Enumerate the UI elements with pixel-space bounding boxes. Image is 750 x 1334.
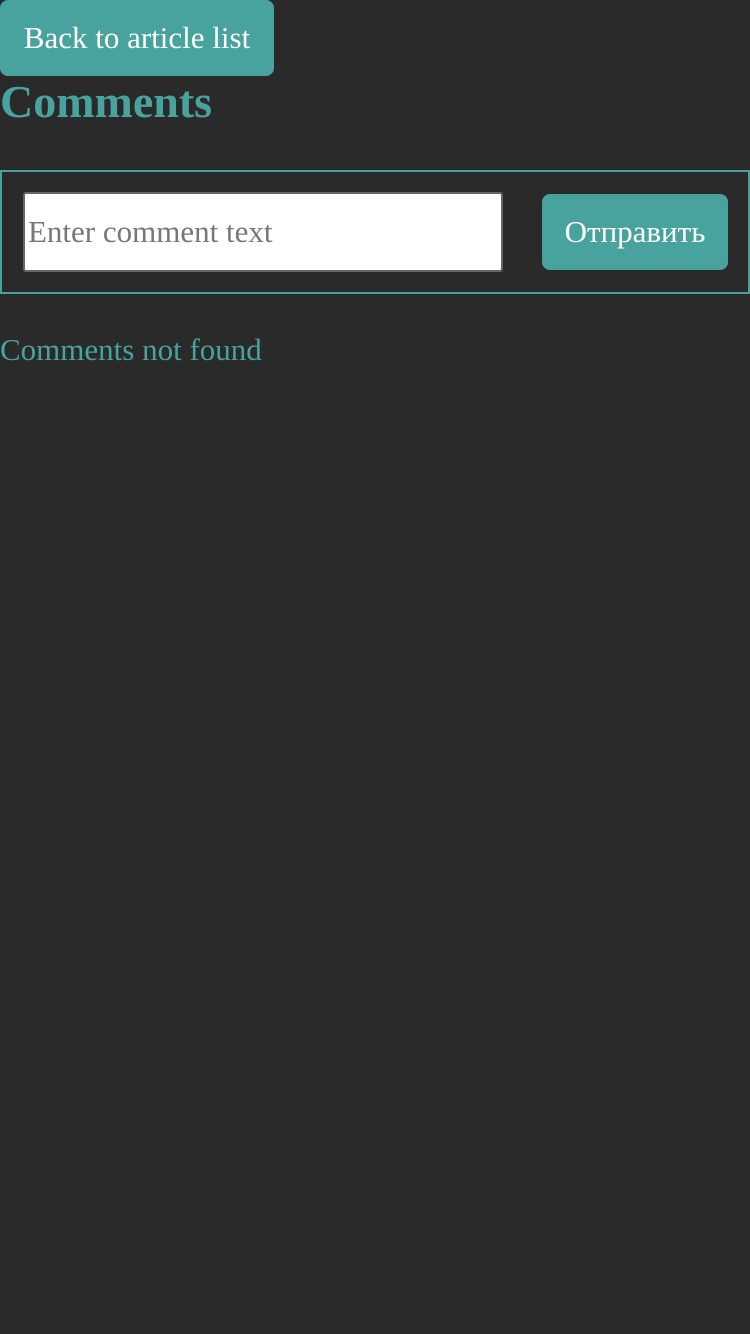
back-to-article-list-button[interactable]: Back to article list (0, 0, 274, 76)
comments-page: Back to article list Comments Отправить … (0, 0, 750, 1334)
send-comment-button[interactable]: Отправить (542, 194, 728, 270)
comment-form: Отправить (0, 170, 750, 294)
comment-text-input[interactable] (23, 192, 503, 272)
page-title: Comments (0, 76, 213, 127)
comments-empty-message: Comments not found (0, 332, 262, 367)
